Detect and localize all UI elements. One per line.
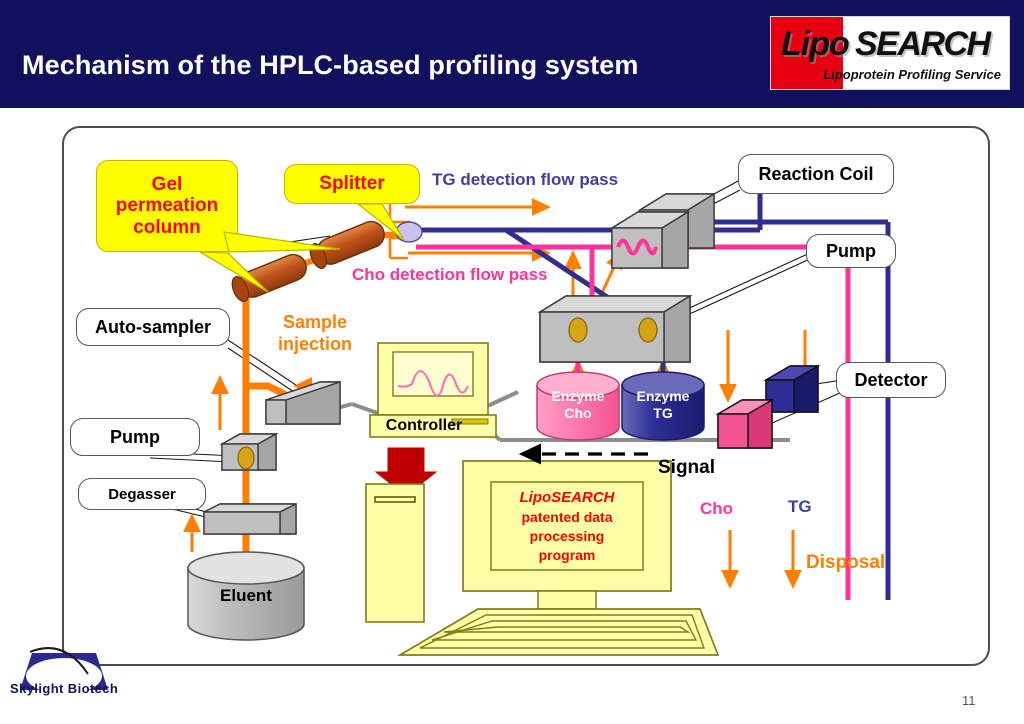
callout-detector[interactable]: Detector bbox=[836, 362, 946, 398]
callout-pump-right[interactable]: Pump bbox=[806, 234, 896, 268]
splitter-node bbox=[395, 221, 423, 243]
program-line-3: processing bbox=[529, 527, 605, 544]
label-sample-injection: Sample injection bbox=[278, 312, 353, 354]
callout-pump-left-label: Pump bbox=[109, 426, 160, 447]
callout-auto-sampler-label: Auto-sampler bbox=[94, 316, 211, 337]
callout-degasser-label: Degasser bbox=[108, 485, 176, 503]
degasser-device bbox=[203, 502, 297, 535]
slide-root: Mechanism of the HPLC-based profiling sy… bbox=[0, 0, 1024, 724]
callout-splitter-label: Splitter bbox=[319, 173, 385, 195]
reaction-coil-cho bbox=[609, 210, 691, 269]
callout-gel-permeation-column-label: Gel permeation column bbox=[115, 174, 219, 238]
label-signal: Signal bbox=[658, 457, 716, 478]
label-tg-detection-flow-pass: TG detection flow pass bbox=[432, 170, 619, 189]
callout-degasser[interactable]: Degasser bbox=[78, 478, 206, 510]
label-enzyme-cho: Enzyme Cho bbox=[551, 388, 605, 421]
footer-company-name: Skylight Biotech bbox=[10, 681, 119, 696]
label-eluent: Eluent bbox=[220, 586, 272, 605]
label-cho-detection-flow-pass: Cho detection flow pass bbox=[352, 265, 548, 284]
callout-pump-right-label: Pump bbox=[825, 240, 876, 261]
label-cho: Cho bbox=[700, 499, 734, 518]
reagent-pump-device bbox=[537, 294, 693, 363]
pc-tower bbox=[365, 483, 425, 623]
detector-cho-cube bbox=[715, 398, 775, 449]
label-disposal: Disposal bbox=[806, 552, 886, 573]
callout-detector-label: Detector bbox=[854, 369, 928, 390]
detector-tg-cube bbox=[763, 364, 821, 413]
program-line-2: patented data bbox=[521, 509, 613, 526]
label-controller: Controller bbox=[385, 417, 463, 434]
program-title: LipoSEARCH bbox=[519, 489, 615, 506]
callout-reaction-coil-label: Reaction Coil bbox=[758, 163, 874, 184]
page-number: 11 bbox=[962, 693, 976, 708]
callout-gel-permeation-column[interactable]: Gel permeation column bbox=[96, 160, 238, 252]
callout-splitter[interactable]: Splitter bbox=[284, 164, 420, 204]
label-enzyme-tg: Enzyme TG bbox=[636, 388, 690, 421]
program-line-4: program bbox=[538, 546, 596, 563]
callout-reaction-coil[interactable]: Reaction Coil bbox=[738, 154, 894, 194]
program-text-block: LipoSEARCH patented data processing prog… bbox=[492, 488, 642, 564]
callout-pump-left[interactable]: Pump bbox=[70, 418, 200, 456]
label-tg: TG bbox=[788, 497, 812, 516]
callout-auto-sampler[interactable]: Auto-sampler bbox=[76, 308, 230, 346]
gel-permeation-column-upper bbox=[309, 220, 385, 269]
gel-permeation-column-lower bbox=[231, 253, 307, 302]
pump-left-device bbox=[219, 432, 279, 471]
